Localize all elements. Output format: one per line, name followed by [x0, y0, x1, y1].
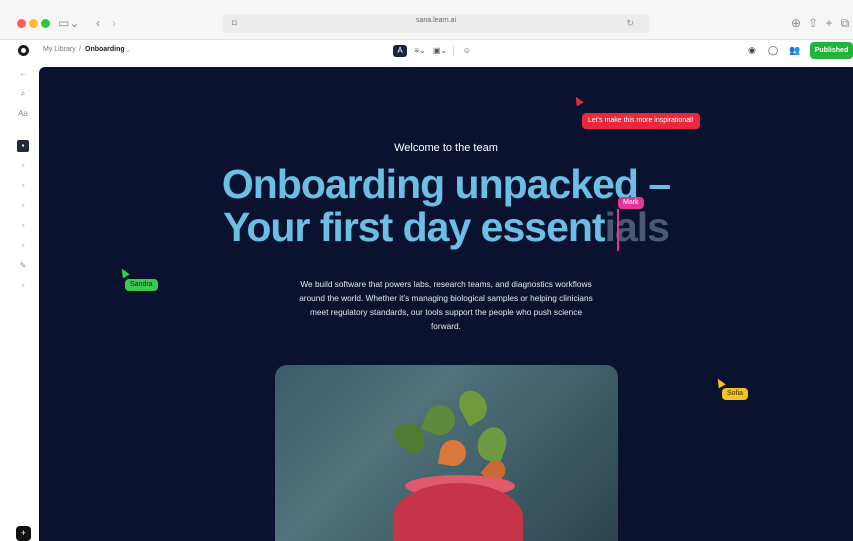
new-tab-icon[interactable]: +: [823, 15, 835, 31]
typography-icon[interactable]: Aa: [17, 108, 29, 120]
breadcrumb-root[interactable]: My Library: [43, 46, 76, 53]
plant-leaf: [437, 437, 469, 469]
breadcrumb-separator: /: [79, 46, 81, 53]
comment-bubble[interactable]: Let's make this more inspirational!: [582, 113, 700, 129]
forward-icon[interactable]: ›: [108, 15, 120, 31]
close-window-button[interactable]: [17, 19, 26, 28]
comment-icon[interactable]: ◯: [768, 44, 778, 56]
collaborator-tag-sandra: Sandra: [125, 279, 158, 291]
page-thumbnail-icon[interactable]: ▫: [17, 240, 29, 252]
left-rail: ← ⌕ Aa ▪ ▫ ▫ ▫ ▫ ▫ ✎ ▫: [0, 64, 38, 541]
collaborators-icon[interactable]: 👥: [789, 44, 800, 56]
plant-image[interactable]: [275, 365, 618, 541]
page-thumbnail-icon[interactable]: ▫: [17, 160, 29, 172]
format-tools: A ≡⌄ ▣⌄ ☺: [393, 44, 474, 58]
pen-icon[interactable]: ✎: [17, 260, 29, 272]
intro-paragraph[interactable]: We build software that powers labs, rese…: [299, 277, 593, 333]
plant-leaf: [420, 400, 460, 440]
add-page-button[interactable]: +: [16, 526, 31, 541]
address-bar[interactable]: ◘ sana.learn.ai ↻: [222, 14, 650, 33]
plant-leaf: [453, 385, 493, 427]
eyebrow-text[interactable]: Welcome to the team: [39, 142, 853, 154]
app-window: ▭⌄ ‹ › ◘ sana.learn.ai ↻ ⊕ ⇧ + ⧉ My Libr…: [0, 0, 853, 541]
download-icon[interactable]: ⊕: [790, 15, 802, 31]
text-caret: [617, 209, 619, 251]
page-thumbnail-icon[interactable]: ▫: [17, 200, 29, 212]
plant-leaf: [473, 423, 511, 465]
headline-line-2-main: Your first day essent: [223, 204, 606, 250]
browser-chrome: ▭⌄ ‹ › ◘ sana.learn.ai ↻ ⊕ ⇧ + ⧉: [0, 0, 853, 40]
collaborator-tag-mark: Mark: [618, 197, 644, 209]
chevron-down-icon[interactable]: ⌄: [125, 46, 131, 54]
editor-toolbar: My Library / Onboarding ⌄ A ≡⌄ ▣⌄ ☺ ◉ ◯ …: [0, 40, 853, 64]
share-icon[interactable]: ⇧: [807, 15, 819, 31]
zoom-window-button[interactable]: [41, 19, 50, 28]
back-icon[interactable]: ‹: [92, 15, 104, 31]
page-thumbnail-active-icon[interactable]: ▪: [17, 140, 29, 152]
published-button[interactable]: Published: [810, 42, 853, 59]
breadcrumb-current[interactable]: Onboarding: [85, 46, 125, 53]
url-text: sana.learn.ai: [415, 17, 457, 24]
page-thumbnail-icon[interactable]: ▫: [17, 180, 29, 192]
tabs-icon[interactable]: ⧉: [839, 15, 851, 31]
arrow-left-icon[interactable]: ←: [17, 68, 29, 80]
emoji-icon[interactable]: ☺: [460, 45, 474, 57]
toolbar-divider: [453, 46, 454, 56]
image-icon[interactable]: ▣⌄: [433, 45, 447, 57]
app-logo-icon[interactable]: [18, 45, 29, 56]
collaborator-tag-sofia: Sofia: [722, 388, 748, 400]
search-icon[interactable]: ⌕: [17, 88, 29, 100]
page-thumbnail-icon[interactable]: ▫: [17, 280, 29, 292]
align-icon[interactable]: ≡⌄: [413, 45, 427, 57]
document-canvas[interactable]: Welcome to the team Onboarding unpacked …: [39, 67, 853, 541]
sidebar-icon[interactable]: ▭⌄: [58, 15, 79, 31]
headline-line-1: Onboarding unpacked –: [221, 161, 671, 207]
text-style-icon[interactable]: A: [393, 45, 407, 57]
headline-line-2-faded: ials: [604, 204, 670, 250]
preview-eye-icon[interactable]: ◉: [748, 44, 756, 56]
headline-line-2: Your first day essentials: [39, 206, 853, 249]
reload-icon[interactable]: ↻: [626, 17, 634, 29]
page-thumbnail-icon[interactable]: ▫: [17, 220, 29, 232]
minimize-window-button[interactable]: [29, 19, 38, 28]
page-title[interactable]: Onboarding unpacked – Your first day ess…: [39, 163, 853, 249]
